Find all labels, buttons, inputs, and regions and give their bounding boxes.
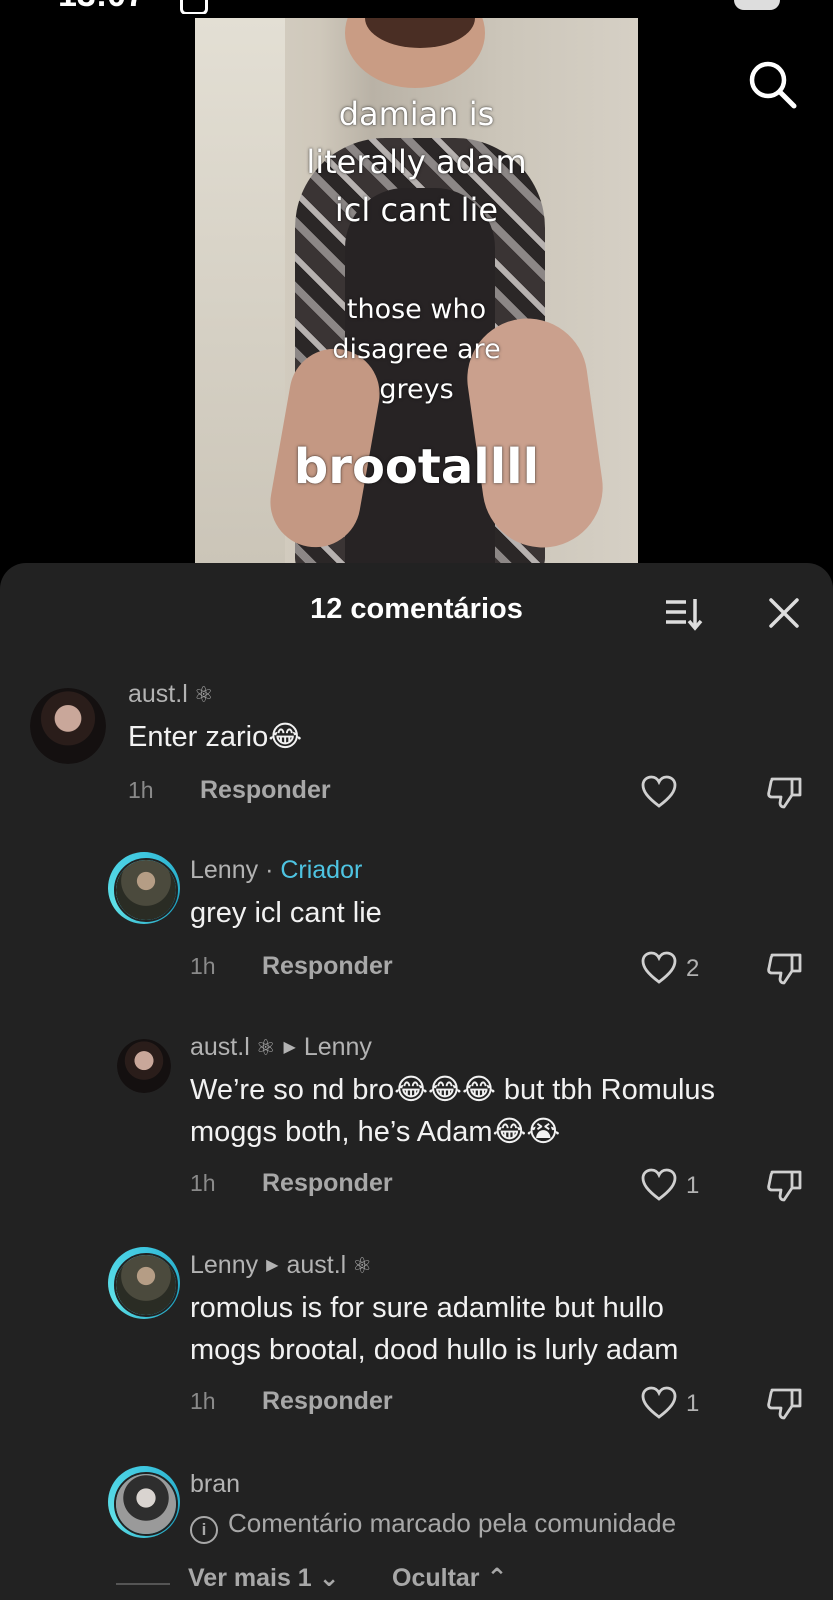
- thumbs-down-icon[interactable]: [766, 1166, 804, 1204]
- divider: [116, 1583, 170, 1585]
- author-name: bran: [190, 1470, 241, 1498]
- comment-author[interactable]: aust.l ⚛: [128, 680, 214, 709]
- like-count: 2: [686, 955, 700, 982]
- reply-to-name: aust.l: [286, 1251, 347, 1279]
- video-caption-2: those who disagree are greys: [332, 294, 501, 405]
- atom-icon: ⚛: [352, 1253, 372, 1278]
- comment-text: romolus is for sure adamlite but hullo: [190, 1292, 664, 1324]
- author-name: Lenny: [190, 856, 259, 884]
- comment-time: 1h: [190, 1388, 216, 1414]
- app-screen: 13:07 damian is literally adam icl cant …: [0, 0, 833, 1600]
- hide-label: Ocultar: [392, 1564, 480, 1592]
- sort-icon: [666, 599, 703, 631]
- flagged-notice: i Comentário marcado pela comunidade: [190, 1508, 676, 1544]
- author-name: aust.l: [128, 680, 188, 708]
- author-separator: ·: [258, 856, 281, 884]
- chevron-down-icon: ⌄: [318, 1564, 340, 1592]
- thumbs-down-icon[interactable]: [766, 1384, 804, 1422]
- close-button[interactable]: [766, 595, 802, 631]
- comment-text: grey icl cant lie: [190, 897, 382, 929]
- video-player[interactable]: damian is literally adam icl cant lie th…: [195, 18, 638, 563]
- comment-author[interactable]: bran: [190, 1470, 240, 1499]
- battery-icon: [734, 0, 780, 10]
- comment-author[interactable]: Lenny ▶ aust.l ⚛: [190, 1251, 372, 1280]
- atom-icon: ⚛: [193, 682, 214, 707]
- flagged-text: Comentário marcado pela comunidade: [228, 1508, 677, 1538]
- avatar[interactable]: [114, 1253, 178, 1317]
- comment-time: 1h: [190, 1170, 216, 1196]
- thumbs-down-icon[interactable]: [766, 949, 804, 987]
- status-bar: 13:07: [0, 0, 833, 14]
- avatar[interactable]: [114, 858, 178, 922]
- comments-panel: 12 comentários aust.l ⚛ Enter zario😂 1h …: [0, 563, 833, 1600]
- like-count: 1: [686, 1172, 700, 1199]
- comment-text: We’re so nd bro😂😂😂 but tbh Romulus: [190, 1074, 716, 1106]
- atom-icon: ⚛: [255, 1035, 276, 1060]
- view-more-replies-button[interactable]: Ver mais 1 ⌄: [188, 1563, 340, 1593]
- heart-outline-icon[interactable]: [641, 775, 677, 809]
- close-icon: [769, 598, 799, 628]
- avatar[interactable]: [30, 688, 106, 764]
- search-button[interactable]: [744, 56, 802, 114]
- author-name: aust.l: [190, 1033, 250, 1061]
- reply-button[interactable]: Responder: [262, 952, 393, 981]
- comment-author[interactable]: aust.l ⚛ ▶ Lenny: [190, 1033, 372, 1062]
- heart-outline-icon[interactable]: [641, 1168, 677, 1202]
- video-caption-1: damian is literally adam icl cant lie: [306, 95, 527, 229]
- sort-button[interactable]: [664, 595, 704, 633]
- like-count: 1: [686, 1390, 700, 1417]
- reply-button[interactable]: Responder: [200, 776, 331, 805]
- avatar[interactable]: [114, 1472, 178, 1536]
- thumbs-down-icon[interactable]: [766, 773, 804, 811]
- reply-to-name: Lenny: [303, 1033, 372, 1061]
- creator-badge: Criador: [280, 856, 363, 884]
- comments-title: 12 comentários: [310, 593, 523, 625]
- reply-button[interactable]: Responder: [262, 1387, 393, 1416]
- comment-text: Enter zario😂: [128, 721, 303, 753]
- reply-arrow-icon: ▶: [266, 1257, 279, 1274]
- heart-outline-icon[interactable]: [641, 951, 677, 985]
- avatar[interactable]: [117, 1039, 171, 1093]
- comment-author[interactable]: Lenny · Criador: [190, 856, 362, 885]
- status-time: 13:07: [58, 0, 145, 14]
- notification-icon: [180, 0, 208, 14]
- video-caption-3: brootallll: [293, 439, 540, 495]
- chevron-up-icon: ⌃: [486, 1564, 508, 1592]
- hide-replies-button[interactable]: Ocultar ⌃: [392, 1563, 507, 1593]
- search-icon: [749, 61, 797, 109]
- comment-text-continued: moggs both, he’s Adam😂😭: [190, 1116, 561, 1148]
- comment-text-continued: mogs brootal, dood hullo is lurly adam: [190, 1334, 679, 1366]
- comment-time: 1h: [190, 953, 216, 979]
- reply-button[interactable]: Responder: [262, 1169, 393, 1198]
- replies-controls: Ver mais 1 ⌄ Ocultar ⌃: [116, 1563, 716, 1593]
- info-icon: i: [190, 1516, 218, 1544]
- view-more-label: Ver mais 1: [188, 1564, 312, 1592]
- comment-time: 1h: [128, 777, 154, 803]
- reply-arrow-icon: ▶: [283, 1039, 296, 1056]
- heart-outline-icon[interactable]: [641, 1386, 677, 1420]
- author-name: Lenny: [190, 1251, 259, 1279]
